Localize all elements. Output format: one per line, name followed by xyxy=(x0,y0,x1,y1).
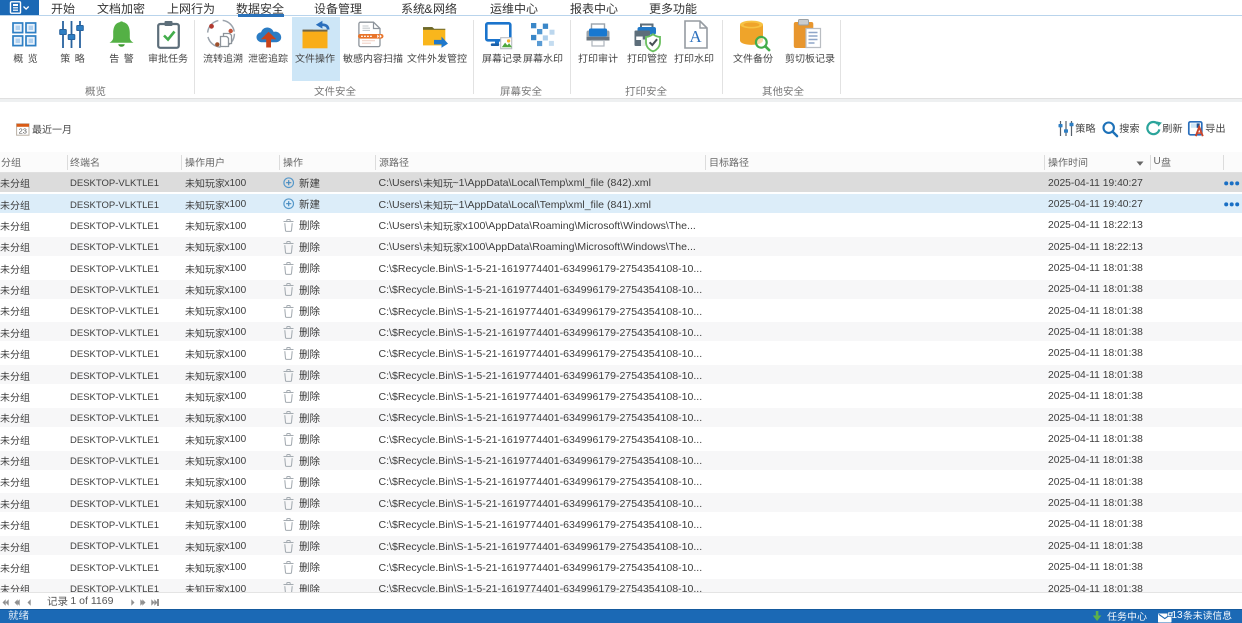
svg-text:A: A xyxy=(689,27,702,46)
svg-text:23: 23 xyxy=(19,126,27,135)
